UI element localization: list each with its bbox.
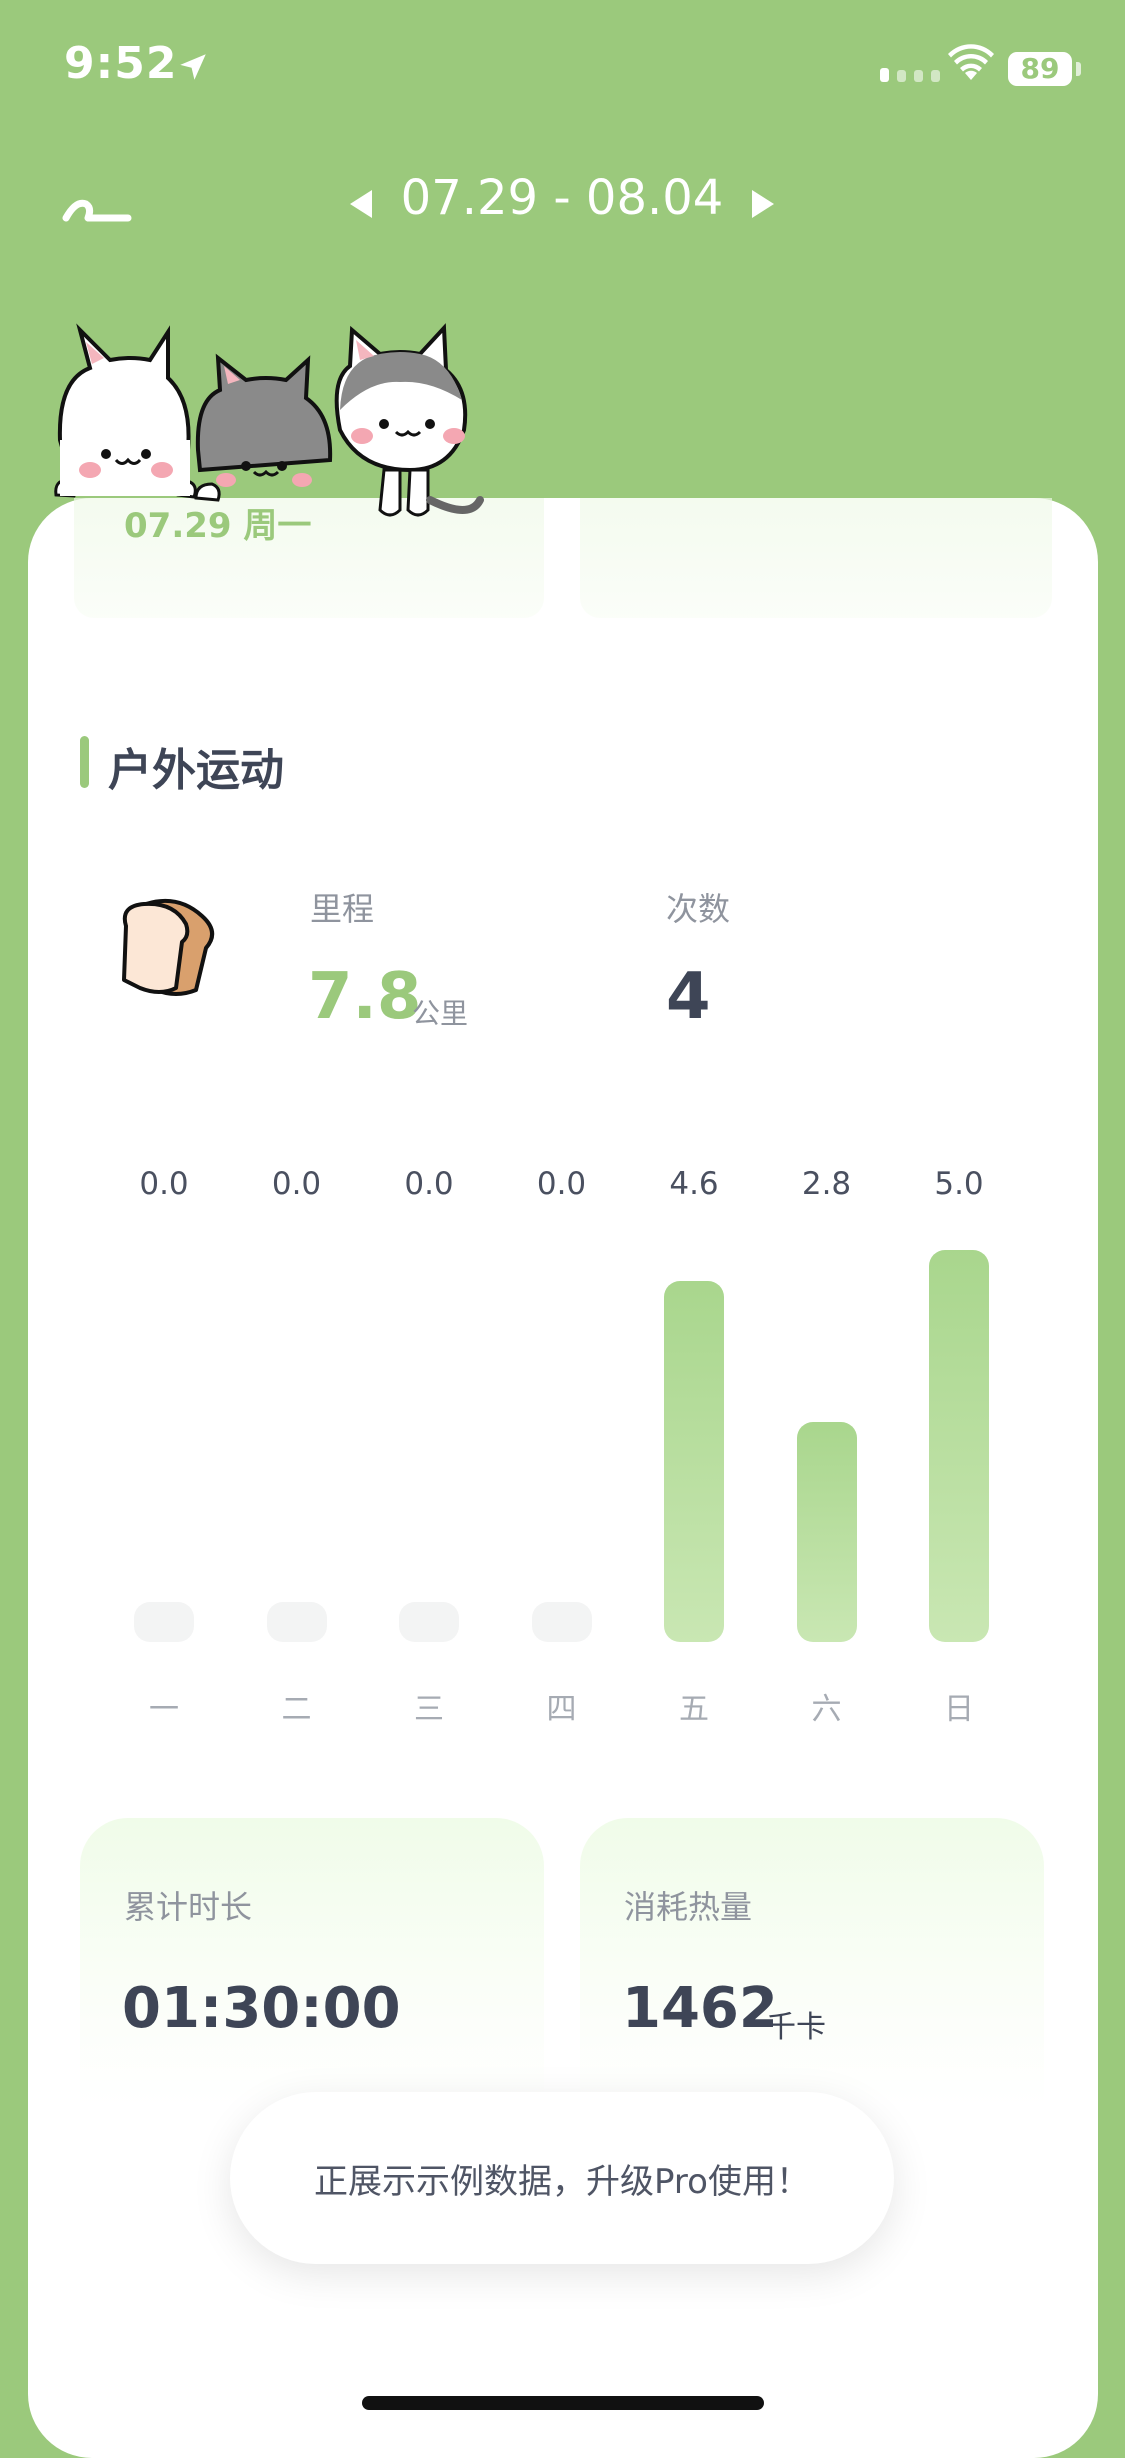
battery-cap: [1076, 62, 1081, 76]
bar: [531, 1602, 592, 1642]
distance-unit: 公里: [412, 997, 469, 1030]
bar-value-label: 0.0: [139, 1166, 189, 1202]
calories-label: 消耗热量: [624, 1888, 753, 1926]
duration-value: 01:30:00: [122, 1976, 401, 2041]
distance-label: 里程: [310, 890, 375, 928]
bar-value-label: 0.0: [536, 1166, 587, 1202]
bar-day-label: 六: [811, 1692, 842, 1727]
count-value: 4: [666, 960, 711, 1034]
bar-value-label: 2.8: [801, 1166, 852, 1202]
bar-day-label: 四: [546, 1692, 577, 1727]
bar-day-label: 五: [679, 1692, 709, 1727]
home-indicator[interactable]: [362, 2396, 764, 2410]
bar-value-label: 4.6: [669, 1166, 719, 1202]
cat-mascots: [54, 323, 484, 517]
pro-upgrade-toast[interactable]: 正展示示例数据，升级Pro使用！: [230, 2092, 894, 2264]
status-time: 9:52: [64, 38, 178, 89]
bar: [929, 1250, 989, 1642]
section-accent-bar: [80, 736, 89, 788]
distance-value: 7.8: [308, 960, 422, 1034]
bar: [266, 1602, 327, 1642]
bar-value-label: 0.0: [404, 1166, 454, 1202]
bar: [796, 1422, 857, 1642]
date-range[interactable]: 07.29 - 08.04: [380, 170, 744, 226]
bar-day-label: 一: [149, 1692, 179, 1727]
bar-day-label: 二: [281, 1692, 312, 1727]
count-label: 次数: [666, 890, 731, 928]
bar: [664, 1281, 724, 1642]
prev-week-icon[interactable]: [350, 190, 372, 218]
location-arrow-icon: [180, 54, 206, 80]
next-week-icon[interactable]: [752, 190, 774, 218]
day-tile-right[interactable]: [580, 498, 1052, 618]
bar-value-label: 0.0: [271, 1166, 322, 1202]
bar-day-label: 三: [414, 1692, 444, 1727]
bar-day-label: 日: [944, 1692, 974, 1727]
back-icon[interactable]: [58, 182, 138, 242]
toast-text: 正展示示例数据，升级Pro使用！: [314, 2162, 810, 2202]
battery-level: 89: [1008, 52, 1072, 86]
wifi-icon: [948, 44, 994, 80]
bar: [134, 1602, 194, 1642]
cellular-signal-icon: [880, 68, 940, 82]
bar: [399, 1602, 459, 1642]
calories-value: 1462: [622, 1976, 778, 2041]
calories-unit: 千卡: [766, 2010, 826, 2045]
bar-value-label: 5.0: [934, 1166, 984, 1202]
bread-icon: [122, 899, 214, 996]
duration-label: 累计时长: [124, 1888, 253, 1926]
section-title: 户外运动: [108, 745, 284, 796]
